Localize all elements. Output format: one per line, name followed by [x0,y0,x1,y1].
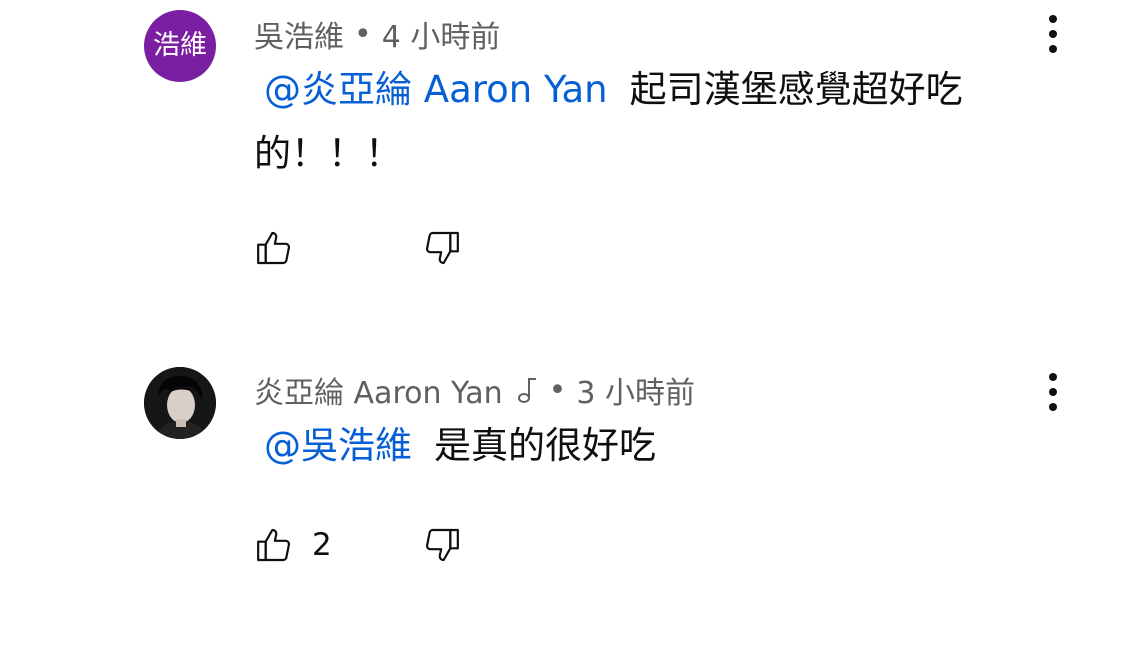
meta-separator: • [548,372,567,408]
meta-separator: • [354,16,372,52]
comment-meta: 炎亞綸 Aaron Yan • 3 小時前 [254,368,695,412]
like-count: 2 [312,527,332,563]
more-options-button[interactable] [1036,12,1070,56]
author-name[interactable]: 吳浩維 [254,12,344,56]
comment-meta: 吳浩維 • 4 小時前 [254,12,500,56]
avatar-initials: 浩維 [153,30,207,61]
dislike-button[interactable] [422,228,462,268]
thumbs-down-icon [425,528,459,562]
thumbs-up-icon [257,231,291,265]
more-options-button[interactable] [1036,370,1070,414]
dislike-button[interactable] [422,525,462,565]
like-button[interactable] [254,228,422,268]
comment-text: @吳浩維 是真的很好吃 [254,414,1034,478]
timestamp[interactable]: 3 小時前 [576,368,695,412]
avatar[interactable]: 浩維 [144,10,216,82]
more-vert-icon [1049,373,1057,411]
comment-body: 是真的很好吃 [434,424,656,467]
like-button[interactable]: 2 [254,525,422,565]
mention-link[interactable]: @吳浩維 [264,424,412,467]
comment-actions: 2 [254,523,462,567]
profile-photo [144,367,216,439]
author-name[interactable]: 炎亞綸 Aaron Yan [254,368,503,412]
comment-text: @炎亞綸 Aaron Yan 起司漢堡感覺超好吃的！！！ [254,58,1034,186]
comment-actions [254,226,462,270]
thumbs-down-icon [425,231,459,265]
thumbs-up-icon [257,528,291,562]
mention-link[interactable]: @炎亞綸 Aaron Yan [264,68,608,111]
music-note-icon [517,375,539,405]
avatar[interactable] [144,367,216,439]
timestamp[interactable]: 4 小時前 [382,12,501,56]
more-vert-icon [1049,15,1057,53]
